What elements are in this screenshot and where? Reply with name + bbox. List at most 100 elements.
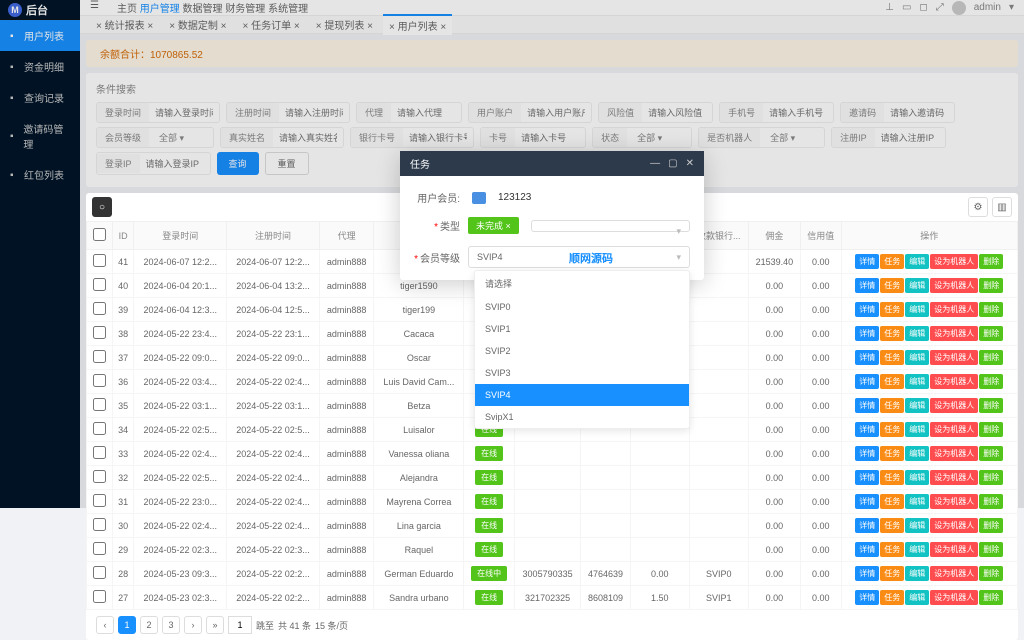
op-设为机器人[interactable]: 设为机器人 [930,278,978,293]
dropdown-option[interactable]: SVIP4 [475,384,689,406]
op-编辑[interactable]: 编辑 [905,470,929,485]
op-任务[interactable]: 任务 [880,278,904,293]
row-check[interactable] [93,374,106,387]
row-check[interactable] [93,422,106,435]
op-任务[interactable]: 任务 [880,566,904,581]
op-任务[interactable]: 任务 [880,302,904,317]
op-设为机器人[interactable]: 设为机器人 [930,350,978,365]
op-设为机器人[interactable]: 设为机器人 [930,470,978,485]
filter-tool-button[interactable]: ⚙ [968,197,988,217]
op-编辑[interactable]: 编辑 [905,518,929,533]
op-详情[interactable]: 详情 [855,494,879,509]
dropdown-option[interactable]: SvipX1 [475,406,689,428]
row-check[interactable] [93,590,106,603]
op-详情[interactable]: 详情 [855,398,879,413]
op-详情[interactable]: 详情 [855,422,879,437]
page-1[interactable]: 1 [118,616,136,634]
op-详情[interactable]: 详情 [855,470,879,485]
op-详情[interactable]: 详情 [855,326,879,341]
dropdown-option[interactable]: SVIP0 [475,296,689,318]
op-编辑[interactable]: 编辑 [905,326,929,341]
select-all[interactable] [93,228,106,241]
op-任务[interactable]: 任务 [880,398,904,413]
modal-header[interactable]: 任务 — ▢ ✕ [400,151,704,176]
op-编辑[interactable]: 编辑 [905,254,929,269]
row-check[interactable] [93,518,106,531]
dropdown-option[interactable]: SVIP1 [475,318,689,340]
op-详情[interactable]: 详情 [855,566,879,581]
row-check[interactable] [93,542,106,555]
row-check[interactable] [93,398,106,411]
op-任务[interactable]: 任务 [880,326,904,341]
op-设为机器人[interactable]: 设为机器人 [930,566,978,581]
op-设为机器人[interactable]: 设为机器人 [930,446,978,461]
op-任务[interactable]: 任务 [880,446,904,461]
op-编辑[interactable]: 编辑 [905,398,929,413]
op-编辑[interactable]: 编辑 [905,278,929,293]
page-3[interactable]: 3 [162,616,180,634]
minimize-icon[interactable]: — [650,158,660,169]
op-编辑[interactable]: 编辑 [905,446,929,461]
dropdown-option[interactable]: 请选择 [475,271,689,296]
op-删除[interactable]: 删除 [979,446,1003,461]
op-详情[interactable]: 详情 [855,350,879,365]
op-删除[interactable]: 删除 [979,350,1003,365]
type-select[interactable] [531,220,690,232]
op-删除[interactable]: 删除 [979,326,1003,341]
op-编辑[interactable]: 编辑 [905,422,929,437]
op-编辑[interactable]: 编辑 [905,590,929,605]
row-check[interactable] [93,470,106,483]
op-设为机器人[interactable]: 设为机器人 [930,518,978,533]
row-check[interactable] [93,254,106,267]
op-删除[interactable]: 删除 [979,374,1003,389]
close-icon[interactable]: ✕ [686,158,694,169]
prev-page[interactable]: ‹ [96,616,114,634]
page-input[interactable] [228,616,252,634]
op-删除[interactable]: 删除 [979,470,1003,485]
columns-tool-button[interactable]: ▥ [992,197,1012,217]
op-任务[interactable]: 任务 [880,542,904,557]
op-详情[interactable]: 详情 [855,590,879,605]
page-2[interactable]: 2 [140,616,158,634]
op-编辑[interactable]: 编辑 [905,374,929,389]
op-删除[interactable]: 删除 [979,302,1003,317]
level-select[interactable]: SVIP4 顺网源码 [468,246,690,268]
op-删除[interactable]: 删除 [979,422,1003,437]
op-删除[interactable]: 删除 [979,278,1003,293]
op-设为机器人[interactable]: 设为机器人 [930,398,978,413]
op-删除[interactable]: 删除 [979,398,1003,413]
op-详情[interactable]: 详情 [855,374,879,389]
op-删除[interactable]: 删除 [979,254,1003,269]
op-编辑[interactable]: 编辑 [905,494,929,509]
op-删除[interactable]: 删除 [979,494,1003,509]
op-详情[interactable]: 详情 [855,302,879,317]
op-任务[interactable]: 任务 [880,350,904,365]
op-详情[interactable]: 详情 [855,542,879,557]
op-任务[interactable]: 任务 [880,470,904,485]
op-设为机器人[interactable]: 设为机器人 [930,254,978,269]
modal-type-tag[interactable]: 未完成 × [468,217,519,234]
op-编辑[interactable]: 编辑 [905,302,929,317]
row-check[interactable] [93,566,106,579]
maximize-icon[interactable]: ▢ [668,158,677,169]
op-详情[interactable]: 详情 [855,446,879,461]
op-设为机器人[interactable]: 设为机器人 [930,326,978,341]
op-编辑[interactable]: 编辑 [905,566,929,581]
op-编辑[interactable]: 编辑 [905,350,929,365]
row-check[interactable] [93,494,106,507]
op-设为机器人[interactable]: 设为机器人 [930,422,978,437]
op-删除[interactable]: 删除 [979,518,1003,533]
row-check[interactable] [93,278,106,291]
op-删除[interactable]: 删除 [979,566,1003,581]
op-任务[interactable]: 任务 [880,374,904,389]
op-任务[interactable]: 任务 [880,590,904,605]
op-任务[interactable]: 任务 [880,422,904,437]
row-check[interactable] [93,302,106,315]
op-设为机器人[interactable]: 设为机器人 [930,542,978,557]
dropdown-option[interactable]: SVIP3 [475,362,689,384]
op-设为机器人[interactable]: 设为机器人 [930,302,978,317]
dropdown-option[interactable]: SVIP2 [475,340,689,362]
op-设为机器人[interactable]: 设为机器人 [930,494,978,509]
per-page[interactable]: 15 条/页 [315,619,348,632]
row-check[interactable] [93,350,106,363]
